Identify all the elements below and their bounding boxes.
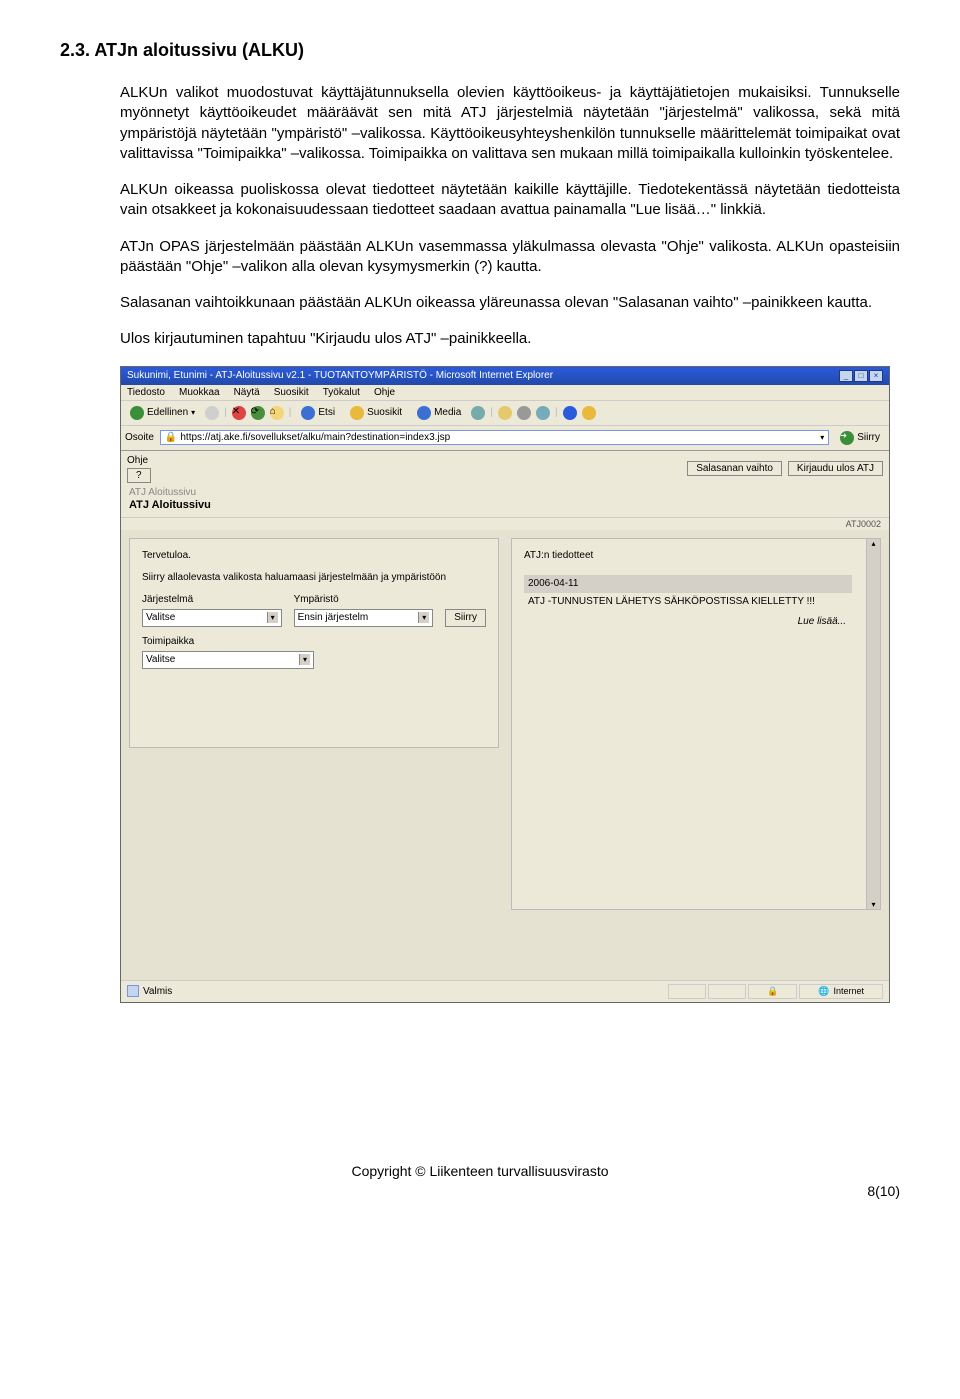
lue-lisaa-link[interactable]: Lue lisää... [524, 615, 852, 629]
change-password-button[interactable]: Salasanan vaihto [687, 461, 782, 476]
toimipaikka-value: Valitse [146, 653, 175, 667]
maximize-icon[interactable]: □ [854, 370, 868, 382]
url-text: https://atj.ake.fi/sovellukset/alku/main… [180, 432, 450, 443]
menu-nayta[interactable]: Näytä [234, 387, 260, 398]
stop-icon[interactable]: ✕ [232, 406, 246, 420]
status-cell [668, 984, 706, 999]
globe-icon: 🌐 [818, 986, 829, 997]
embedded-screenshot: Sukunimi, Etunimi - ATJ-Aloitussivu v2.1… [120, 366, 890, 1003]
back-button[interactable]: Edellinen ▾ [125, 404, 200, 422]
status-text: Valmis [143, 986, 172, 997]
breadcrumb: ATJ Aloitussivu [121, 487, 889, 499]
menu-muokkaa[interactable]: Muokkaa [179, 387, 220, 398]
menu-tiedosto[interactable]: Tiedosto [127, 387, 165, 398]
back-label: Edellinen [147, 407, 188, 418]
history-icon[interactable] [471, 406, 485, 420]
go-button[interactable]: ➜ Siirry [835, 429, 885, 447]
jarjestelma-label: Järjestelmä [142, 593, 282, 607]
page-title: ATJ Aloitussivu [121, 499, 889, 517]
media-icon [417, 406, 431, 420]
go-icon: ➜ [840, 431, 854, 445]
home-icon[interactable]: ⌂ [270, 406, 284, 420]
browser-menubar: Tiedosto Muokkaa Näytä Suosikit Työkalut… [121, 385, 889, 401]
address-field[interactable]: 🔒 https://atj.ake.fi/sovellukset/alku/ma… [160, 430, 829, 445]
favorites-button[interactable]: Suosikit [345, 404, 407, 422]
status-lock: 🔒 [748, 984, 797, 999]
paragraph-4: Salasanan vaihtoikkunaan päästään ALKUn … [120, 293, 900, 313]
paragraph-1: ALKUn valikot muodostuvat käyttäjätunnuk… [120, 83, 900, 164]
ymparisto-label: Ympäristö [294, 593, 434, 607]
ymparisto-value: Ensin järjestelm [298, 611, 369, 625]
favorites-label: Suosikit [367, 407, 402, 418]
search-icon [301, 406, 315, 420]
chevron-down-icon: ▾ [267, 612, 278, 623]
jarjestelma-select[interactable]: Valitse ▾ [142, 609, 282, 627]
paragraph-3: ATJn OPAS järjestelmään päästään ALKUn v… [120, 237, 900, 278]
window-buttons: _ □ × [839, 370, 883, 382]
jarjestelma-value: Valitse [146, 611, 175, 625]
minimize-icon[interactable]: _ [839, 370, 853, 382]
close-icon[interactable]: × [869, 370, 883, 382]
paragraph-5: Ulos kirjautuminen tapahtuu "Kirjaudu ul… [120, 329, 900, 349]
forward-icon[interactable] [205, 406, 219, 420]
scrollbar[interactable]: ▴▾ [866, 538, 881, 910]
menu-ohje[interactable]: Ohje [374, 387, 395, 398]
section-heading: 2.3. ATJn aloitussivu (ALKU) [60, 40, 900, 61]
page-footer-copyright: Copyright © Liikenteen turvallisuusviras… [60, 1163, 900, 1179]
back-icon [130, 406, 144, 420]
toimipaikka-label: Toimipaikka [142, 635, 314, 649]
chevron-down-icon: ▾ [299, 654, 310, 665]
search-button[interactable]: Etsi [296, 404, 340, 422]
toimipaikka-select[interactable]: Valitse ▾ [142, 651, 314, 669]
go-label: Siirry [857, 432, 880, 443]
browser-statusbar: Valmis 🔒 🌐 Internet [121, 980, 889, 1002]
siirry-button[interactable]: Siirry [445, 609, 486, 627]
bluetooth-icon[interactable] [563, 406, 577, 420]
status-zone: 🌐 Internet [799, 984, 883, 999]
tiedote-date: 2006-04-11 [524, 575, 852, 593]
star-icon [350, 406, 364, 420]
media-button[interactable]: Media [412, 404, 466, 422]
page-number: 8(10) [60, 1183, 900, 1199]
address-bar: Osoite 🔒 https://atj.ake.fi/sovellukset/… [121, 426, 889, 451]
right-panel: ▴▾ ATJ:n tiedotteet 2006-04-11 ATJ -TUNN… [511, 538, 881, 910]
welcome-text: Tervetuloa. [142, 549, 486, 563]
ymparisto-select[interactable]: Ensin järjestelm ▾ [294, 609, 434, 627]
tiedote-text: ATJ -TUNNUSTEN LÄHETYS SÄHKÖPOSTISSA KIE… [524, 593, 852, 611]
instruction-text: Siirry allaolevasta valikosta haluamaasi… [142, 571, 486, 585]
ohje-menu[interactable]: Ohje [127, 455, 151, 466]
browser-title: Sukunimi, Etunimi - ATJ-Aloitussivu v2.1… [127, 370, 553, 381]
panel-spacer [121, 910, 889, 980]
menu-tyokalut[interactable]: Työkalut [323, 387, 360, 398]
help-button[interactable]: ? [127, 468, 151, 483]
chevron-down-icon: ▾ [418, 612, 429, 623]
refresh-icon[interactable]: ⟳ [251, 406, 265, 420]
browser-titlebar: Sukunimi, Etunimi - ATJ-Aloitussivu v2.1… [121, 367, 889, 385]
browser-toolbar: Edellinen ▾ | ✕ ⟳ ⌂ | Etsi Suosikit Medi… [121, 401, 889, 426]
tiedotteet-title: ATJ:n tiedotteet [524, 549, 852, 563]
main-panels: Tervetuloa. Siirry allaolevasta valikost… [121, 530, 889, 910]
print-icon[interactable] [517, 406, 531, 420]
app-top-bar: Ohje ? Salasanan vaihto Kirjaudu ulos AT… [121, 451, 889, 487]
edit-icon[interactable] [536, 406, 550, 420]
menu-suosikit[interactable]: Suosikit [274, 387, 309, 398]
mail-icon[interactable] [498, 406, 512, 420]
lock-icon: 🔒 [165, 432, 177, 443]
left-panel: Tervetuloa. Siirry allaolevasta valikost… [129, 538, 499, 748]
logout-button[interactable]: Kirjaudu ulos ATJ [788, 461, 883, 476]
paragraph-2: ALKUn oikeassa puoliskossa olevat tiedot… [120, 180, 900, 221]
media-label: Media [434, 407, 461, 418]
zone-label: Internet [833, 986, 864, 996]
status-cell [708, 984, 746, 999]
messenger-icon[interactable] [582, 406, 596, 420]
search-label: Etsi [318, 407, 335, 418]
page-code: ATJ0002 [121, 517, 889, 530]
address-label: Osoite [125, 432, 154, 443]
page-icon [127, 985, 139, 997]
